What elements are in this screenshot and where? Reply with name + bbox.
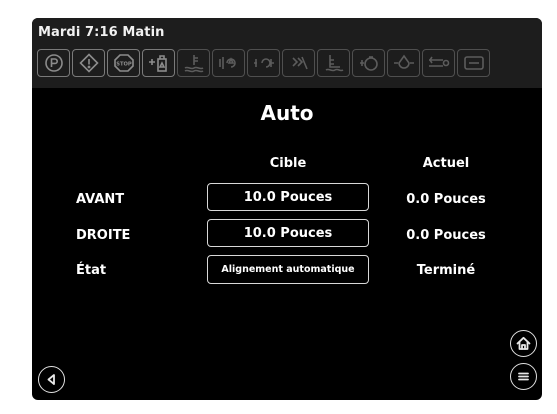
front-row-label: AVANT xyxy=(76,192,125,207)
auto-align-button[interactable]: Alignement automatique xyxy=(207,255,369,284)
fuel-filter-icon[interactable] xyxy=(142,49,175,77)
park-brake-icon[interactable] xyxy=(37,49,70,77)
target-column-header: Cible xyxy=(269,156,307,171)
hydraulic-icon[interactable] xyxy=(247,49,280,77)
stop-label: STOP xyxy=(116,62,132,68)
air-filter-icon[interactable] xyxy=(422,49,455,77)
oil-temperature-icon[interactable] xyxy=(352,49,385,77)
warning-icon-strip: STOP xyxy=(37,49,490,79)
menu-icon xyxy=(518,372,529,381)
page-title: Auto xyxy=(260,101,314,125)
status-row-label: État xyxy=(76,263,107,278)
engine-oil-icon[interactable] xyxy=(317,49,350,77)
oil-pressure-icon[interactable] xyxy=(387,49,420,77)
back-button[interactable] xyxy=(38,366,65,393)
right-row-label: DROITE xyxy=(76,228,131,243)
stop-icon[interactable]: STOP xyxy=(107,49,140,77)
service-icon[interactable] xyxy=(457,49,490,77)
status-bar: Mardi 7:16 Matin STOP xyxy=(32,18,542,88)
display-screen: Mardi 7:16 Matin STOP Auto Cible Actuel … xyxy=(32,18,542,400)
transmission-icon[interactable] xyxy=(212,49,245,77)
status-value: Terminé xyxy=(416,263,476,278)
home-button[interactable] xyxy=(510,330,537,357)
back-arrow-icon xyxy=(47,374,55,385)
right-target-button[interactable]: 10.0 Pouces xyxy=(207,219,369,247)
warning-icon[interactable] xyxy=(72,49,105,77)
steering-icon[interactable] xyxy=(282,49,315,77)
right-actual-value: 0.0 Pouces xyxy=(406,228,486,243)
menu-button[interactable] xyxy=(510,363,537,390)
clock: Mardi 7:16 Matin xyxy=(38,25,165,40)
front-target-button[interactable]: 10.0 Pouces xyxy=(207,183,369,211)
front-actual-value: 0.0 Pouces xyxy=(406,192,486,207)
home-icon xyxy=(516,336,531,350)
coolant-level-icon[interactable] xyxy=(177,49,210,77)
actual-column-header: Actuel xyxy=(422,156,470,171)
